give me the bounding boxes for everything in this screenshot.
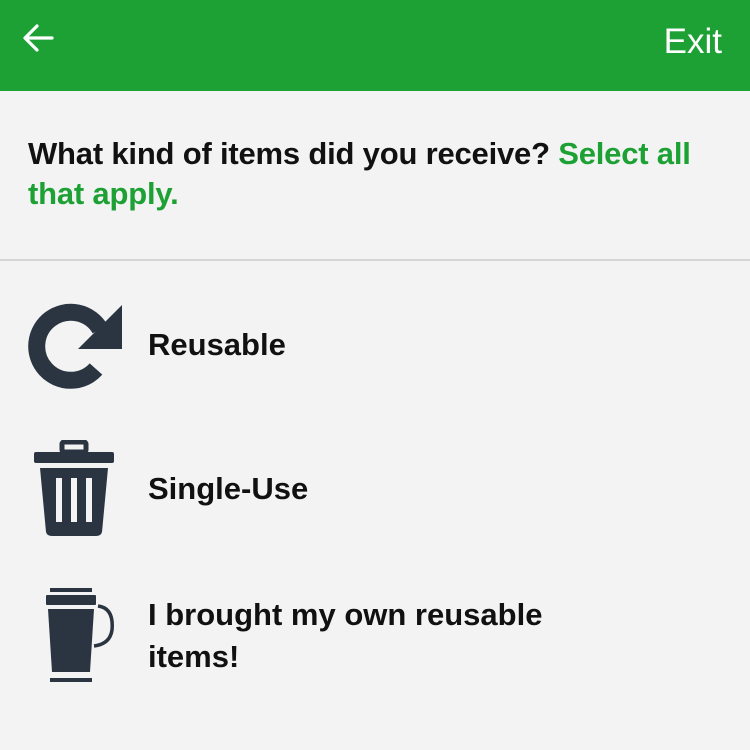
- option-label-line-1: I brought my own reusable: [148, 597, 543, 632]
- option-label-reusable: Reusable: [148, 327, 286, 362]
- app-screen: Exit What kind of items did you receive?…: [0, 0, 750, 750]
- divider: [0, 259, 750, 261]
- option-brought-own[interactable]: I brought my own reusable items!: [0, 582, 750, 692]
- question-heading: What kind of items did you receive? Sele…: [28, 134, 738, 214]
- travel-mug-icon: [24, 584, 124, 684]
- back-button[interactable]: [14, 16, 62, 64]
- option-reusable[interactable]: Reusable: [0, 295, 750, 395]
- question-prompt: What kind of items did you receive?: [28, 136, 550, 171]
- option-label-line-2: items!: [148, 639, 240, 674]
- arrow-left-icon: [20, 20, 56, 61]
- option-single-use[interactable]: Single-Use: [0, 438, 750, 538]
- exit-button[interactable]: Exit: [664, 20, 722, 64]
- option-label-brought-own: I brought my own reusable items!: [148, 594, 542, 678]
- refresh-icon: [24, 299, 124, 391]
- top-bar: Exit: [0, 0, 750, 91]
- trash-can-icon: [24, 440, 124, 536]
- option-label-single-use: Single-Use: [148, 471, 309, 506]
